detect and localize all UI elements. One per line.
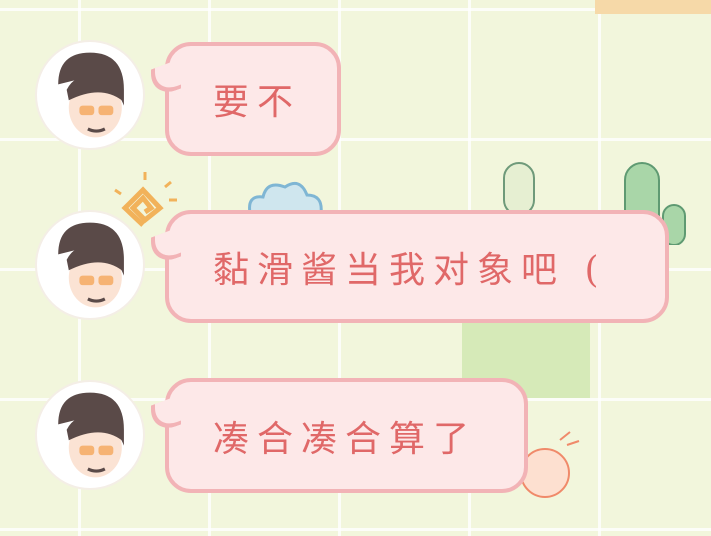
avatar[interactable] [37,42,143,148]
avatar-face-icon [58,222,124,308]
message-text: 凑合凑合算了 [213,418,478,460]
avatar[interactable] [37,212,143,318]
top-orange-patch [595,0,711,14]
message-bubble[interactable]: 黏滑酱当我对象吧 ( [165,210,669,323]
message-text: 黏滑酱当我对象吧 ( [213,249,607,291]
avatar-face-icon [58,392,124,478]
message-bubble[interactable]: 凑合凑合算了 [165,378,528,493]
message-text: 要不 [213,82,302,123]
avatar-face-icon [58,52,124,138]
message-bubble[interactable]: 要不 [165,42,341,156]
avatar[interactable] [37,382,143,488]
cactus-icon [503,162,535,215]
cloud-icon [248,181,323,214]
